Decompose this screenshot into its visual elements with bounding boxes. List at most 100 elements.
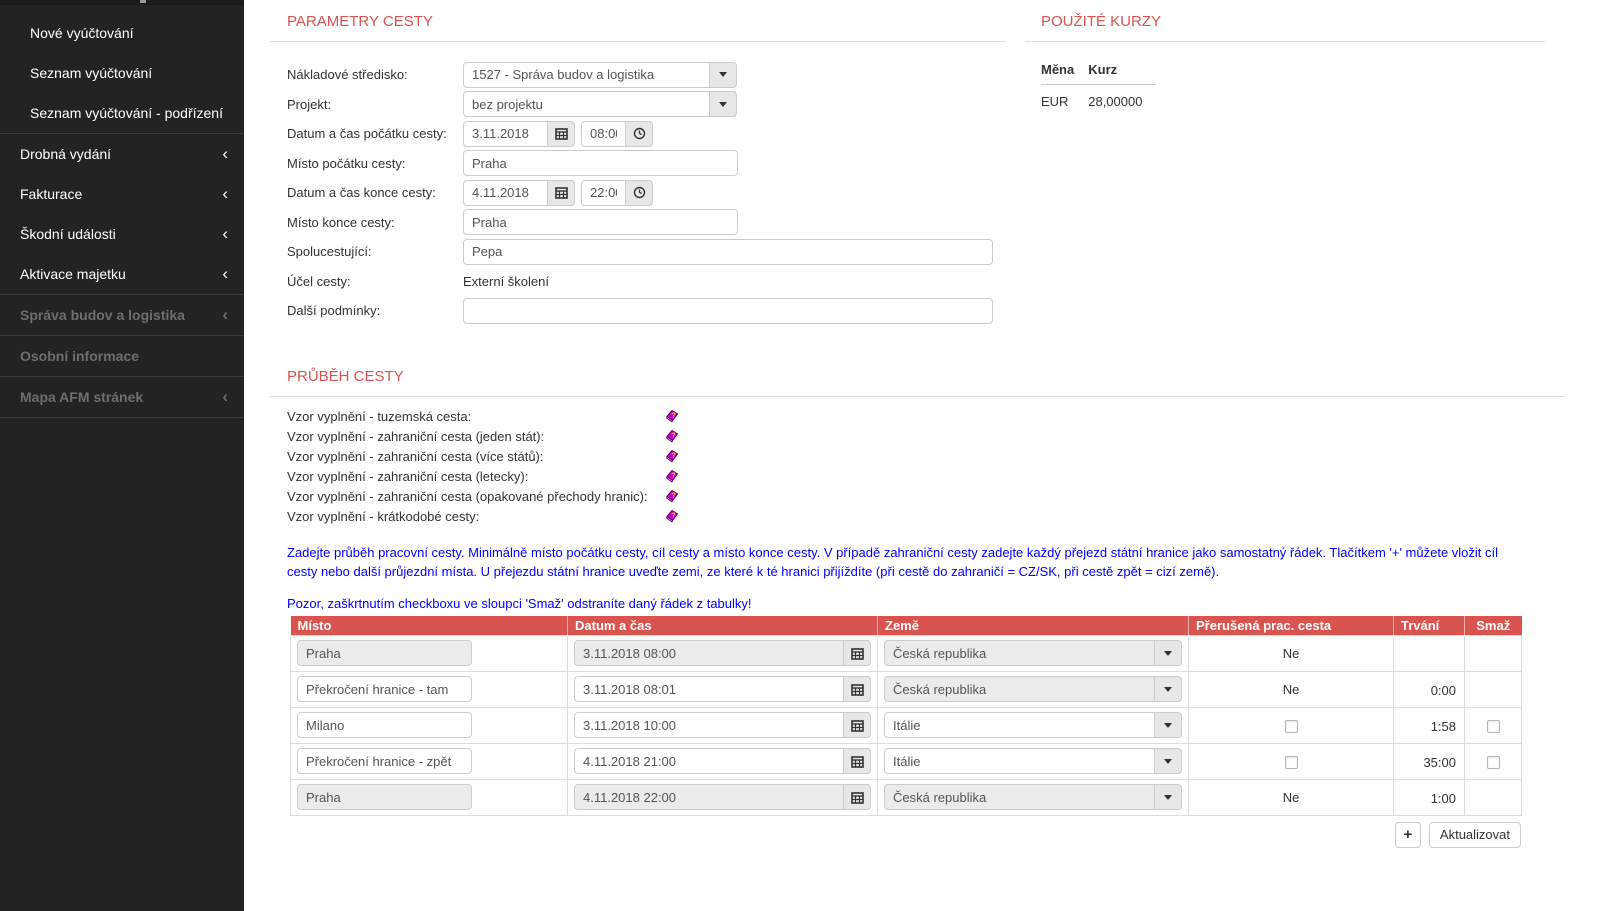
svg-text:?: ? [671, 511, 676, 520]
sidebar-item-label: Seznam vyúčtování [30, 65, 152, 81]
trip-zeme-dropdown-button[interactable] [1154, 640, 1182, 666]
trip-zeme-input [884, 676, 1155, 702]
vzor-label: Vzor vyplnění - zahraniční cesta (více s… [287, 449, 665, 464]
trip-calendar-button[interactable] [843, 784, 871, 810]
trip-prerusena-value: Ne [1189, 779, 1394, 815]
trip-prerusena-value: Ne [1189, 635, 1394, 671]
section-pouzite-kurzy: POUŽITÉ KURZY Měna Kurz EUR 28,00000 [1025, 0, 1545, 109]
trip-calendar-button[interactable] [843, 640, 871, 666]
dalsi-podminky-input[interactable] [463, 298, 993, 324]
trip-prerusena-checkbox[interactable] [1285, 756, 1298, 769]
add-row-button[interactable]: + [1395, 822, 1421, 848]
help-book-icon[interactable]: ? [665, 409, 679, 423]
projekt-combobox [463, 91, 737, 117]
info-text: Zadejte průběh pracovní cesty. Minimálně… [287, 543, 1527, 581]
sidebar-item-mapa-afm-stranek[interactable]: Mapa AFM stránek ‹ [0, 377, 244, 417]
section-divider [270, 396, 1566, 397]
trip-calendar-button[interactable] [843, 712, 871, 738]
form-row-dalsi-podminky: Další podmínky: [287, 296, 1005, 326]
sidebar-group-osobni-informace: Osobní informace [0, 336, 244, 377]
trip-smaz-cell [1465, 671, 1522, 707]
sidebar-item-seznam-vyuctovani-podrizeni[interactable]: Seznam vyúčtování - podřízení [0, 93, 244, 133]
update-button[interactable]: Aktualizovat [1429, 822, 1521, 848]
svg-text:?: ? [671, 491, 676, 500]
cas-konce-input[interactable] [581, 180, 626, 206]
trip-zeme-dropdown-button[interactable] [1154, 676, 1182, 702]
sidebar-item-osobni-informace[interactable]: Osobní informace [0, 336, 244, 376]
trip-zeme-dropdown-button[interactable] [1154, 712, 1182, 738]
trip-smaz-checkbox[interactable] [1487, 720, 1500, 733]
spolucestujici-input[interactable] [463, 239, 993, 265]
vzor-row-kratkodobe: Vzor vyplnění - krátkodobé cesty: ? [287, 506, 1566, 526]
misto-konce-input[interactable] [463, 209, 738, 235]
cas-pocatku-group [581, 121, 653, 147]
stredisko-label: Nákladové středisko: [287, 67, 463, 82]
stredisko-input[interactable] [463, 62, 710, 88]
datum-konce-label: Datum a čas konce cesty: [287, 185, 463, 200]
clock-icon [633, 127, 646, 140]
vzor-row-zahranicni-jeden-stat: Vzor vyplnění - zahraniční cesta (jeden … [287, 426, 1566, 446]
help-book-icon[interactable]: ? [665, 449, 679, 463]
chevron-down-icon [1164, 687, 1172, 692]
cas-konce-clock-button[interactable] [625, 180, 653, 206]
section-parametry-cesty: PARAMETRY CESTY Nákladové středisko: Pro… [270, 0, 1005, 326]
svg-text:?: ? [671, 451, 676, 460]
trip-table: Místo Datum a čas Země Přerušená prac. c… [290, 616, 1522, 816]
dalsi-podminky-label: Další podmínky: [287, 303, 463, 318]
sidebar-item-label: Fakturace [20, 186, 82, 202]
sidebar-submenu-group: Nové vyúčtování Seznam vyúčtování Seznam… [0, 5, 244, 134]
section-title-prubeh: PRŮBĚH CESTY [287, 368, 1566, 385]
sidebar-item-seznam-vyuctovani[interactable]: Seznam vyúčtování [0, 53, 244, 93]
sidebar-item-aktivace-majetku[interactable]: Aktivace majetku ‹ [0, 254, 244, 294]
datum-konce-calendar-button[interactable] [547, 180, 575, 206]
datum-konce-input[interactable] [463, 180, 548, 206]
trip-datum-input[interactable] [574, 748, 844, 774]
chevron-down-icon [1164, 723, 1172, 728]
cas-pocatku-input[interactable] [581, 121, 626, 147]
trip-datum-input [574, 784, 844, 810]
trip-zeme-input[interactable] [884, 748, 1155, 774]
projekt-dropdown-button[interactable] [709, 91, 737, 117]
trip-smaz-checkbox[interactable] [1487, 756, 1500, 769]
stredisko-dropdown-button[interactable] [709, 62, 737, 88]
calendar-icon [851, 647, 864, 660]
misto-pocatku-input[interactable] [463, 150, 738, 176]
projekt-input[interactable] [463, 91, 710, 117]
sidebar-item-sprava-budov-a-logistika[interactable]: Správa budov a logistika ‹ [0, 295, 244, 335]
help-book-icon[interactable]: ? [665, 429, 679, 443]
ucel-label: Účel cesty: [287, 274, 463, 289]
sidebar-item-fakturace[interactable]: Fakturace ‹ [0, 174, 244, 214]
help-book-icon[interactable]: ? [665, 509, 679, 523]
sidebar-item-skodni-udalosti[interactable]: Škodní události ‹ [0, 214, 244, 254]
kurzy-kurz-value: 28,00000 [1088, 85, 1156, 110]
trip-misto-input[interactable] [297, 676, 472, 702]
trip-zeme-dropdown-button[interactable] [1154, 784, 1182, 810]
sidebar-item-drobna-vydani[interactable]: Drobná vydání ‹ [0, 134, 244, 174]
cas-pocatku-clock-button[interactable] [625, 121, 653, 147]
form-row-misto-konce: Místo konce cesty: [287, 208, 1005, 238]
trip-datum-input[interactable] [574, 676, 844, 702]
sidebar-item-label: Aktivace majetku [20, 266, 126, 282]
trip-zeme-input[interactable] [884, 712, 1155, 738]
trip-header-datum: Datum a čas [568, 616, 878, 635]
help-book-icon[interactable]: ? [665, 489, 679, 503]
trip-misto-input[interactable] [297, 712, 472, 738]
trip-zeme-dropdown-button[interactable] [1154, 748, 1182, 774]
trip-actions: + Aktualizovat [290, 822, 1521, 848]
sidebar-item-nove-vyuctovani[interactable]: Nové vyúčtování [0, 13, 244, 53]
vzor-label: Vzor vyplnění - zahraniční cesta (opakov… [287, 489, 665, 504]
form-row-datum-pocatku: Datum a čas počátku cesty: [287, 119, 1005, 149]
calendar-icon [851, 791, 864, 804]
sidebar-item-label: Škodní události [20, 226, 116, 242]
trip-calendar-button[interactable] [843, 676, 871, 702]
trip-calendar-button[interactable] [843, 748, 871, 774]
trip-zeme-input [884, 784, 1155, 810]
clock-icon [633, 186, 646, 199]
datum-pocatku-calendar-button[interactable] [547, 121, 575, 147]
datum-pocatku-input[interactable] [463, 121, 548, 147]
trip-datum-input[interactable] [574, 712, 844, 738]
help-book-icon[interactable]: ? [665, 469, 679, 483]
trip-misto-input[interactable] [297, 748, 472, 774]
trip-row-5: Ne 1:00 [291, 779, 1522, 815]
trip-prerusena-checkbox[interactable] [1285, 720, 1298, 733]
